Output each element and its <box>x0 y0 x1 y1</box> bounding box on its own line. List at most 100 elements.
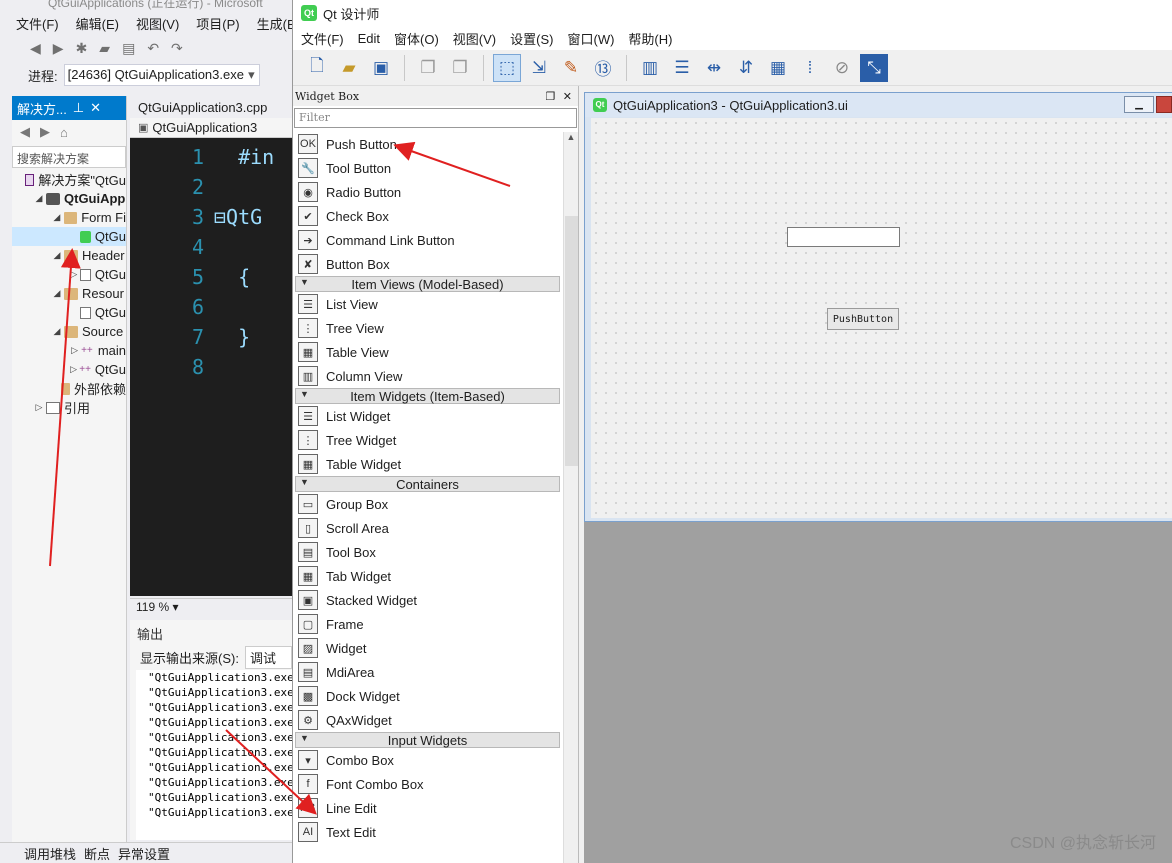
close-icon[interactable]: ✕ <box>563 90 572 103</box>
edit-buddies-icon[interactable]: ✎ <box>557 54 585 82</box>
qt-menu-item[interactable]: 窗口(W) <box>567 29 614 48</box>
code-line[interactable]: 1 #in <box>130 142 292 172</box>
editor-tab[interactable]: QtGuiApplication3.cpp <box>138 100 267 115</box>
widget-category[interactable]: ▼ Input Widgets <box>295 732 560 748</box>
process-select[interactable]: [24636] QtGuiApplication3.exe <box>63 64 260 86</box>
widget-category[interactable]: ▼ Item Widgets (Item-Based) <box>295 388 560 404</box>
code-line[interactable]: 5 { <box>130 262 292 292</box>
qt-menu-item[interactable]: 窗体(O) <box>394 29 439 48</box>
redo-icon[interactable]: ↷ <box>171 40 183 57</box>
break-layout-icon[interactable]: ⊘ <box>828 54 856 82</box>
widget-category[interactable]: ▼ Item Views (Model-Based) <box>295 276 560 292</box>
paste-icon[interactable]: ❐ <box>446 54 474 82</box>
tree-item[interactable]: ▷ ++ main <box>12 341 126 360</box>
vs-menu-item[interactable]: 视图(V) <box>136 14 179 33</box>
widget-item[interactable]: ▾ Combo Box <box>293 748 563 772</box>
home-icon[interactable]: ⌂ <box>60 125 68 140</box>
tree-item[interactable]: ◢ Resour <box>12 284 126 303</box>
forward-icon[interactable]: ▶ <box>40 124 50 140</box>
tree-item[interactable]: 外部依赖 <box>12 379 126 398</box>
edit-widgets-icon[interactable]: ⬚ <box>493 53 521 82</box>
qt-menu-item[interactable]: Edit <box>358 31 380 46</box>
expand-icon[interactable]: ▷ <box>70 345 79 356</box>
new-project-icon[interactable]: ✱ <box>76 40 88 57</box>
code-line[interactable]: 3 ⊟QtG <box>130 202 292 232</box>
tree-item[interactable]: ▷ 引用 <box>12 398 126 417</box>
widget-item[interactable]: AB Line Edit <box>293 796 563 820</box>
edit-tab-order-icon[interactable]: ⑬ <box>589 54 617 82</box>
expand-icon[interactable]: ◢ <box>34 193 44 204</box>
widget-item[interactable]: ✘ Button Box <box>293 252 563 276</box>
save-form-icon[interactable]: ▣ <box>367 54 395 82</box>
undo-icon[interactable]: ↶ <box>147 40 159 57</box>
close-button[interactable] <box>1156 96 1172 113</box>
tree-item[interactable]: ◢ Form Fi <box>12 208 126 227</box>
new-form-icon[interactable]: 🗋 <box>303 54 331 82</box>
widget-item[interactable]: ▩ Dock Widget <box>293 684 563 708</box>
bottom-tab[interactable]: 异常设置 <box>118 844 170 863</box>
save-all-icon[interactable]: ▤ <box>122 40 135 57</box>
float-icon[interactable]: ❐ <box>545 90 555 103</box>
open-form-icon[interactable]: ▰ <box>335 54 363 82</box>
widget-item[interactable]: ▣ Stacked Widget <box>293 588 563 612</box>
widget-item[interactable]: ▤ MdiArea <box>293 660 563 684</box>
tree-item[interactable]: ◢ Header <box>12 246 126 265</box>
form-canvas[interactable]: PushButton <box>591 118 1172 518</box>
widget-item[interactable]: AI Text Edit <box>293 820 563 844</box>
qt-menu-item[interactable]: 文件(F) <box>301 29 344 48</box>
code-line[interactable]: 8 <box>130 352 292 382</box>
widget-box-scrollbar[interactable]: ▲ <box>563 132 578 863</box>
layout-splitter-vertical-icon[interactable]: ⇵ <box>732 54 760 82</box>
widget-item[interactable]: ➔ Command Link Button <box>293 228 563 252</box>
vs-menu-item[interactable]: 项目(P) <box>196 14 239 33</box>
editor-lines[interactable]: 1 #in 2 3 ⊟QtG 4 5 {6 7 } 8 <box>130 142 292 382</box>
expand-icon[interactable]: ▷ <box>34 402 44 413</box>
expand-icon[interactable]: ◢ <box>52 250 62 261</box>
forward-icon[interactable]: ▶ <box>53 40 64 57</box>
layout-horizontal-icon[interactable]: ▥ <box>636 54 664 82</box>
expand-icon[interactable]: ▷ <box>70 269 78 280</box>
vs-menu-item[interactable]: 文件(F) <box>16 14 59 33</box>
layout-form-icon[interactable]: ⁞ <box>796 54 824 82</box>
widget-item[interactable]: ▦ Tab Widget <box>293 564 563 588</box>
layout-vertical-icon[interactable]: ☰ <box>668 54 696 82</box>
widget-item[interactable]: ▭ Group Box <box>293 492 563 516</box>
back-icon[interactable]: ◀ <box>20 124 30 140</box>
widget-item[interactable]: ☰ List View <box>293 292 563 316</box>
code-line[interactable]: 2 <box>130 172 292 202</box>
output-source-select[interactable]: 调试 <box>244 645 292 669</box>
expand-icon[interactable]: ◢ <box>52 288 62 299</box>
tree-item[interactable]: QtGu <box>12 227 126 246</box>
widget-item[interactable]: ⋮ Tree Widget <box>293 428 563 452</box>
qt-menu-item[interactable]: 帮助(H) <box>628 29 672 48</box>
expand-icon[interactable]: ▷ <box>70 364 77 375</box>
qt-menu-item[interactable]: 设置(S) <box>510 29 553 48</box>
widget-item[interactable]: ▦ Table Widget <box>293 452 563 476</box>
widget-item[interactable]: ▤ Tool Box <box>293 540 563 564</box>
close-icon[interactable]: ✕ <box>90 100 101 116</box>
layout-grid-icon[interactable]: ▦ <box>764 54 792 82</box>
widget-item[interactable]: ▦ Table View <box>293 340 563 364</box>
tree-item[interactable]: ◢ Source <box>12 322 126 341</box>
scroll-thumb[interactable] <box>565 216 578 466</box>
editor-zoom[interactable]: 119 % ▾ <box>130 598 292 616</box>
expand-icon[interactable]: ◢ <box>52 212 62 223</box>
tree-item[interactable]: 解决方案"QtGu <box>12 170 126 189</box>
widget-item[interactable]: OK Push Button <box>293 132 563 156</box>
widget-item[interactable]: ✔ Check Box <box>293 204 563 228</box>
bottom-tab[interactable]: 断点 <box>84 844 110 863</box>
widget-item[interactable]: ▥ Column View <box>293 364 563 388</box>
code-line[interactable]: 6 <box>130 292 292 322</box>
minimize-button[interactable]: ▁ <box>1124 96 1154 113</box>
widget-item[interactable]: ▨ Widget <box>293 636 563 660</box>
pin-icon[interactable]: ⊥ <box>73 100 84 116</box>
code-line[interactable]: 7 } <box>130 322 292 352</box>
widget-category[interactable]: ▼ Containers <box>295 476 560 492</box>
tree-item[interactable]: QtGu <box>12 303 126 322</box>
form-line-edit[interactable] <box>787 227 900 247</box>
code-line[interactable]: 4 <box>130 232 292 262</box>
scroll-up-icon[interactable]: ▲ <box>564 132 578 142</box>
widget-item[interactable]: f Font Combo Box <box>293 772 563 796</box>
widget-item[interactable]: ▢ Frame <box>293 612 563 636</box>
open-icon[interactable]: ▰ <box>99 40 110 57</box>
